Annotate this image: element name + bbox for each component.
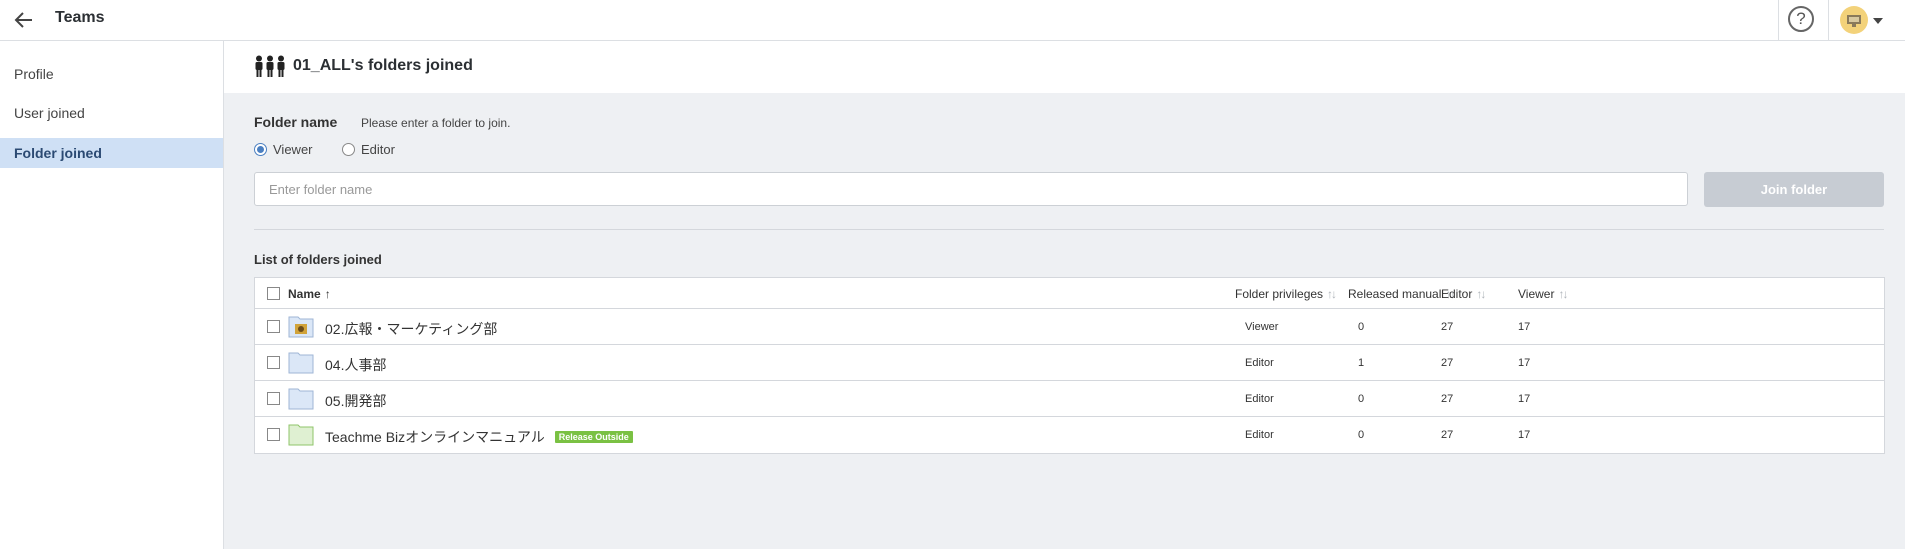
list-title: List of folders joined [254, 252, 382, 267]
sidebar: Profile User joined Folder joined [0, 41, 224, 549]
chevron-down-icon [1873, 18, 1883, 24]
release-outside-badge: Release Outside [554, 431, 633, 443]
sort-icon: ↑↓ [1558, 287, 1568, 301]
folder-name-input[interactable] [254, 172, 1688, 206]
select-all-checkbox[interactable] [267, 287, 280, 300]
released-cell: 1 [1358, 357, 1365, 369]
released-cell: 0 [1358, 393, 1365, 405]
divider [1828, 0, 1829, 40]
app-title: Teams [55, 9, 105, 26]
radio-editor-label: Editor [361, 142, 395, 157]
folder-name-label: Folder name [254, 114, 338, 130]
divider [1778, 0, 1779, 40]
column-editor[interactable]: Editor ↑↓ [1441, 287, 1486, 301]
column-viewer[interactable]: Viewer ↑↓ [1518, 287, 1568, 301]
table-row[interactable]: 04.人事部 Editor 1 27 17 [255, 345, 1884, 381]
column-name[interactable]: Name ↑ [288, 287, 331, 301]
editor-count-cell: 27 [1441, 321, 1454, 333]
divider [254, 229, 1884, 230]
editor-count-cell: 27 [1441, 429, 1454, 441]
released-cell: 0 [1358, 321, 1365, 333]
row-checkbox[interactable] [267, 392, 280, 405]
folder-icon [288, 388, 314, 410]
radio-checked-icon [254, 143, 267, 156]
user-menu-button[interactable] [1840, 6, 1888, 34]
row-checkbox[interactable] [267, 320, 280, 333]
folder-name[interactable]: 04.人事部 [325, 355, 386, 375]
sidebar-item-profile[interactable]: Profile [0, 59, 223, 89]
folder-name[interactable]: 02.広報・マーケティング部 [325, 319, 497, 339]
folder-name[interactable]: 05.開発部 [325, 391, 386, 411]
editor-count-cell: 27 [1441, 393, 1454, 405]
viewer-count-cell: 17 [1518, 321, 1531, 333]
viewer-count-cell: 17 [1518, 357, 1531, 369]
row-checkbox[interactable] [267, 428, 280, 441]
row-checkbox[interactable] [267, 356, 280, 369]
column-released-manual[interactable]: Released manual ↑↓ [1348, 287, 1455, 301]
privileges-cell: Editor [1245, 357, 1274, 369]
top-bar: Teams ? [0, 0, 1905, 41]
sort-icon: ↑↓ [1327, 287, 1337, 301]
back-arrow-icon[interactable] [12, 8, 36, 32]
privileges-cell: Editor [1245, 429, 1274, 441]
avatar-image-icon [1847, 15, 1861, 27]
radio-viewer[interactable]: Viewer [254, 142, 313, 157]
page-header: 01_ALL's folders joined [224, 41, 1905, 93]
team-icon [255, 55, 285, 77]
table-row[interactable]: 05.開発部 Editor 0 27 17 [255, 381, 1884, 417]
join-folder-button[interactable]: Join folder [1704, 172, 1884, 207]
green-folder-icon [288, 424, 314, 446]
column-folder-privileges[interactable]: Folder privileges ↑↓ [1235, 287, 1337, 301]
table-row[interactable]: 02.広報・マーケティング部 Viewer 0 27 17 [255, 309, 1884, 345]
column-privileges-label: Folder privileges [1235, 287, 1324, 301]
radio-unchecked-icon [342, 143, 355, 156]
column-name-label: Name [288, 287, 321, 301]
folder-name-text: Teachme Bizオンラインマニュアル [325, 429, 545, 445]
folders-table: Name ↑ Folder privileges ↑↓ Released manua… [254, 277, 1885, 454]
column-viewer-label: Viewer [1518, 287, 1555, 301]
avatar [1840, 6, 1868, 34]
main-content: 01_ALL's folders joined Folder name Plea… [224, 41, 1905, 549]
page-title: 01_ALL's folders joined [293, 57, 473, 74]
table-row[interactable]: Teachme Bizオンラインマニュアル Release Outside Edi… [255, 417, 1884, 453]
radio-editor[interactable]: Editor [342, 142, 395, 157]
released-cell: 0 [1358, 429, 1365, 441]
column-editor-label: Editor [1441, 287, 1473, 301]
viewer-count-cell: 17 [1518, 429, 1531, 441]
help-icon[interactable]: ? [1788, 6, 1814, 32]
sidebar-item-folder-joined[interactable]: Folder joined [0, 138, 223, 168]
privileges-cell: Viewer [1245, 321, 1279, 333]
viewer-count-cell: 17 [1518, 393, 1531, 405]
sidebar-item-user-joined[interactable]: User joined [0, 98, 223, 128]
column-released-label: Released manual [1348, 287, 1442, 301]
sort-ascending-icon: ↑ [324, 287, 331, 301]
folder-with-image-icon [288, 316, 314, 338]
editor-count-cell: 27 [1441, 357, 1454, 369]
radio-viewer-label: Viewer [273, 142, 313, 157]
folder-icon [288, 352, 314, 374]
table-header: Name ↑ Folder privileges ↑↓ Released manua… [255, 278, 1884, 309]
folder-name-hint: Please enter a folder to join. [361, 116, 511, 130]
folder-name[interactable]: Teachme Bizオンラインマニュアル Release Outside [325, 427, 633, 447]
privileges-cell: Editor [1245, 393, 1274, 405]
sort-icon: ↑↓ [1476, 287, 1486, 301]
